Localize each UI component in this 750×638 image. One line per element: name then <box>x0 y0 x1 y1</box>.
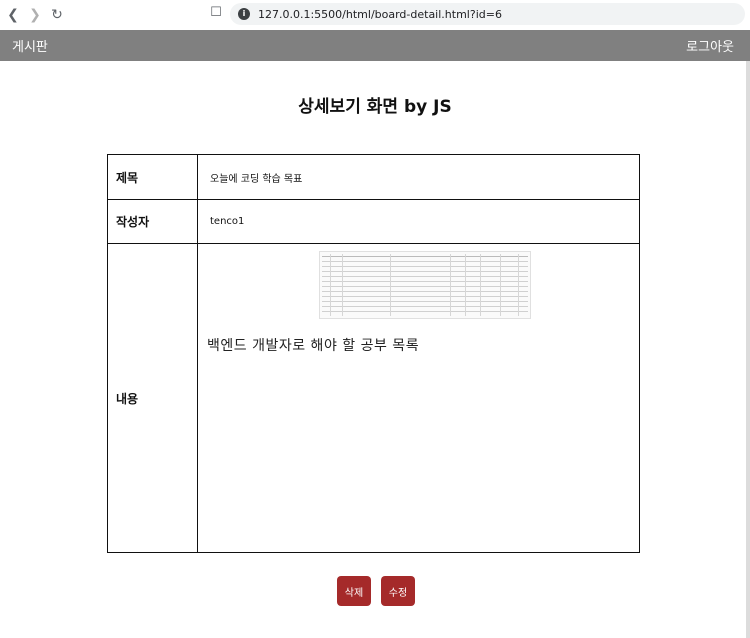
title-label: 제목 <box>107 154 198 200</box>
scrollbar[interactable] <box>746 61 750 638</box>
logout-link[interactable]: 로그아웃 <box>686 36 734 55</box>
address-bar[interactable]: i 127.0.0.1:5500/html/board-detail.html?… <box>230 3 745 25</box>
bookmark-icon[interactable]: ☐ <box>208 5 224 23</box>
back-icon[interactable]: ❮ <box>2 4 24 26</box>
delete-button[interactable]: 삭제 <box>337 576 371 606</box>
table-row: 제목 오늘에 코딩 학습 목표 <box>107 154 640 200</box>
content-value: 백엔드 개발자로 해야 할 공부 목록 <box>197 243 640 553</box>
content-text: 백엔드 개발자로 해야 할 공부 목록 <box>207 338 420 354</box>
table-row: 내용 백엔드 개발자로 해야 할 공부 목록 <box>107 243 640 553</box>
address-url: 127.0.0.1:5500/html/board-detail.html?id… <box>258 7 502 21</box>
table-row: 작성자 tenco1 <box>107 199 640 244</box>
author-label: 작성자 <box>107 199 198 244</box>
browser-toolbar: ❮ ❯ ↻ ☐ i 127.0.0.1:5500/html/board-deta… <box>0 0 750 29</box>
content-label: 내용 <box>107 243 198 553</box>
author-value: tenco1 <box>197 199 640 244</box>
app-header: 게시판 로그아웃 <box>0 30 750 61</box>
title-value: 오늘에 코딩 학습 목표 <box>197 154 640 200</box>
action-buttons: 삭제 수정 <box>0 576 750 606</box>
brand-link[interactable]: 게시판 <box>12 36 48 55</box>
forward-icon[interactable]: ❯ <box>24 4 46 26</box>
page-title: 상세보기 화면 by JS <box>298 97 452 117</box>
reload-icon[interactable]: ↻ <box>46 4 68 26</box>
edit-button[interactable]: 수정 <box>381 576 415 606</box>
detail-table: 제목 오늘에 코딩 학습 목표 작성자 tenco1 내용 백엔드 개발자로 해… <box>107 154 640 553</box>
site-info-icon[interactable]: i <box>238 8 250 20</box>
content-image <box>319 251 531 319</box>
